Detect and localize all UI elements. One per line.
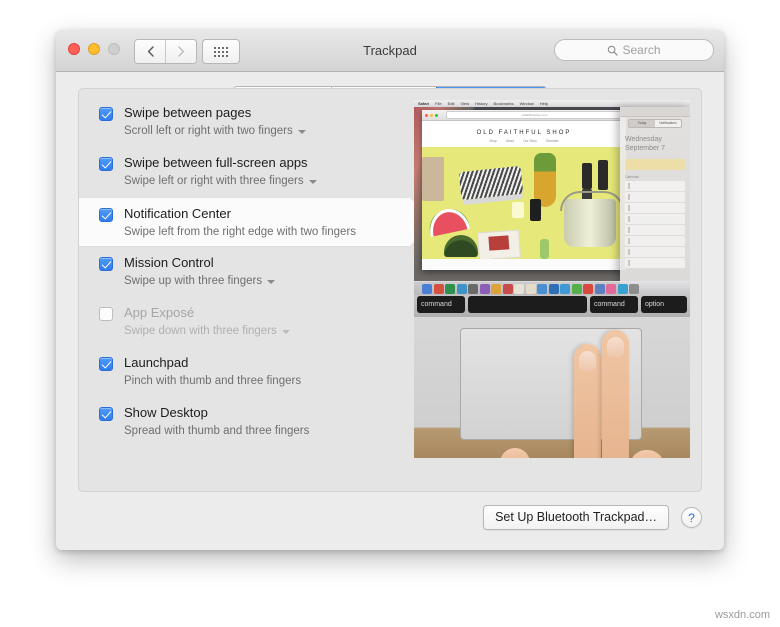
preview-menu-file: File [435, 101, 442, 106]
preview-finger-middle [602, 330, 629, 458]
gesture-row-swipe-between-pages[interactable]: Swipe between pages Scroll left or right… [79, 97, 409, 147]
preview-menu-history: History [475, 101, 488, 106]
gesture-subtitle: Spread with thumb and three fingers [124, 425, 310, 437]
preview-desktop-screen: Safari File Edit View History Bookmarks … [414, 100, 690, 295]
gesture-title: App Exposé [124, 305, 195, 320]
preview-nc-date: Wednesday September 7 [620, 128, 690, 157]
checkbox-swipe-between-pages[interactable] [99, 107, 113, 121]
preview-thumb [500, 448, 530, 458]
preview-key-option: option [641, 296, 687, 313]
preview-nc-tab-notifications: Notifications [659, 121, 677, 125]
gesture-subtitle: Swipe down with three fingers [124, 325, 277, 337]
preview-browser-window: oldfaithfulshop.com OLD FAITHFUL SHOP Sh… [422, 110, 626, 270]
chevron-down-icon[interactable] [281, 330, 290, 334]
preview-nav-stockists: Stockists [545, 139, 559, 143]
preview-menu-help: Help [539, 101, 549, 106]
preview-menu-edit: Edit [447, 101, 455, 106]
gesture-subtitle: Pinch with thumb and three fingers [124, 375, 302, 387]
preview-menubar: Safari File Edit View History Bookmarks … [414, 100, 690, 107]
gesture-title: Swipe between pages [124, 105, 252, 120]
chevron-down-icon[interactable] [308, 180, 317, 184]
system-preferences-window: Trackpad Search Point & Click Scroll & Z… [56, 30, 724, 550]
gesture-row-swipe-between-full-screen-apps[interactable]: Swipe between full-screen apps Swipe lef… [79, 147, 409, 197]
checkbox-notification-center[interactable] [99, 208, 113, 222]
help-button[interactable]: ? [681, 507, 702, 528]
gesture-subtitle: Scroll left or right with two fingers [124, 125, 293, 137]
preview-menu-bookmarks: Bookmarks [493, 101, 514, 106]
checkbox-mission-control[interactable] [99, 257, 113, 271]
chevron-down-icon[interactable] [297, 130, 306, 134]
gesture-subtitle: Swipe up with three fingers [124, 275, 263, 287]
preview-key-space [468, 296, 587, 313]
preview-nc-segmented-control: Today Notifications [628, 119, 682, 128]
gestures-panel: Swipe between pages Scroll left or right… [78, 88, 702, 492]
checkbox-app-expose[interactable] [99, 307, 113, 321]
preview-dock [414, 281, 690, 295]
checkbox-swipe-between-full-screen-apps[interactable] [99, 157, 113, 171]
checkbox-show-desktop[interactable] [99, 407, 113, 421]
preview-key-command-right: command [590, 296, 638, 313]
gesture-subtitle: Swipe left from the right edge with two … [124, 226, 357, 238]
gesture-preview-video: Safari File Edit View History Bookmarks … [414, 100, 690, 458]
preview-site-nav: Shop About Our Story Stockists [422, 139, 626, 147]
preview-nav-shop: Shop [489, 139, 497, 143]
preview-nav-about: About [505, 139, 515, 143]
preview-nc-summary-card [625, 159, 685, 170]
checkbox-launchpad[interactable] [99, 357, 113, 371]
search-placeholder: Search [622, 43, 661, 57]
preview-url-field: oldfaithfulshop.com [446, 111, 623, 119]
gesture-subtitle: Swipe left or right with three fingers [124, 175, 304, 187]
preview-nc-month-day: September 7 [625, 145, 666, 152]
set-up-bluetooth-trackpad-button[interactable]: Set Up Bluetooth Trackpad… [483, 505, 669, 530]
preview-nav-our-story: Our Story [523, 139, 537, 143]
chevron-down-icon[interactable] [267, 280, 276, 284]
preview-browser-toolbar: oldfaithfulshop.com [422, 110, 626, 121]
gesture-row-app-expose[interactable]: App Exposé Swipe down with three fingers [79, 297, 409, 347]
gesture-row-launchpad[interactable]: Launchpad Pinch with thumb and three fin… [79, 347, 409, 397]
preview-site-title: OLD FAITHFUL SHOP [422, 121, 626, 139]
preview-nc-weekday: Wednesday [625, 136, 662, 143]
gesture-title: Notification Center [124, 206, 231, 221]
gesture-title: Swipe between full-screen apps [124, 155, 308, 170]
gesture-row-show-desktop[interactable]: Show Desktop Spread with thumb and three… [79, 397, 409, 447]
gesture-title: Mission Control [124, 255, 214, 270]
search-icon [608, 45, 619, 56]
preview-nc-tab-today: Today [629, 120, 655, 127]
preview-trackpad-photo [414, 317, 690, 458]
preview-hero-photo [422, 147, 626, 259]
window-titlebar: Trackpad Search [56, 30, 724, 72]
watermark: wsxdn.com [714, 609, 770, 621]
preview-palm [630, 450, 664, 458]
preview-nc-section-label: Calendar [625, 174, 639, 179]
preview-menubar-app: Safari [418, 101, 430, 106]
gesture-list: Swipe between pages Scroll left or right… [79, 97, 435, 447]
gesture-row-notification-center[interactable]: Notification Center Swipe left from the … [79, 197, 435, 249]
preview-finger-index [574, 344, 601, 458]
search-input[interactable]: Search [554, 39, 714, 61]
preview-key-command-left: command [417, 296, 465, 313]
preview-menu-window: Window [519, 101, 534, 106]
preview-keyboard-row: command command option [414, 295, 690, 317]
gesture-row-mission-control[interactable]: Mission Control Swipe up with three fing… [79, 247, 409, 297]
gesture-title: Show Desktop [124, 405, 208, 420]
gesture-title: Launchpad [124, 355, 189, 370]
preview-menu-view: View [460, 101, 470, 106]
preview-notification-center: Today Notifications Wednesday September … [620, 107, 690, 295]
window-footer: Set Up Bluetooth Trackpad… ? [56, 505, 724, 530]
